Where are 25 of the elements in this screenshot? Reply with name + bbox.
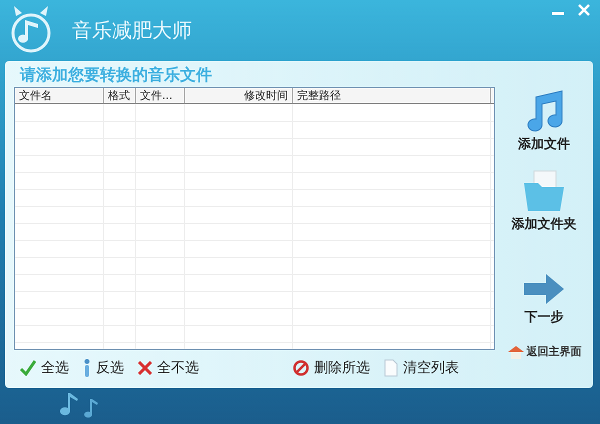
window-title: 音乐减肥大师 xyxy=(72,17,192,44)
toolbar-button[interactable]: 删除所选 xyxy=(293,358,370,378)
close-icon[interactable] xyxy=(578,4,590,16)
column-header[interactable]: 文件名 xyxy=(15,88,104,103)
side-action-button[interactable]: 添加文件夹 xyxy=(512,168,576,234)
column-header[interactable]: 修改时间 xyxy=(185,88,293,103)
toolbar-button[interactable]: 全不选 xyxy=(138,358,199,378)
column-header[interactable]: 格式 xyxy=(104,88,136,103)
home-link[interactable]: 返回主界面 xyxy=(506,344,582,360)
cross-icon xyxy=(138,361,152,375)
house-icon xyxy=(506,344,524,359)
side-action-button[interactable]: 添加文件 xyxy=(518,89,570,154)
toolbar-button[interactable]: 清空列表 xyxy=(384,358,459,378)
column-header[interactable]: 完整路径 xyxy=(293,88,491,103)
prohibited-icon xyxy=(293,360,309,376)
toolbar-button[interactable]: 全选 xyxy=(20,358,69,378)
check-icon xyxy=(20,360,36,376)
column-header[interactable]: 文件... xyxy=(136,88,185,103)
toolbar-button[interactable]: 反选 xyxy=(83,358,124,378)
side-action-button[interactable]: 下一步 xyxy=(522,272,566,328)
panel-heading: 请添加您要转换的音乐文件 xyxy=(18,64,213,86)
info-icon xyxy=(83,359,91,377)
page-icon xyxy=(384,359,398,377)
right-arrow-icon xyxy=(522,272,566,306)
music-note-logo-icon xyxy=(10,6,52,54)
